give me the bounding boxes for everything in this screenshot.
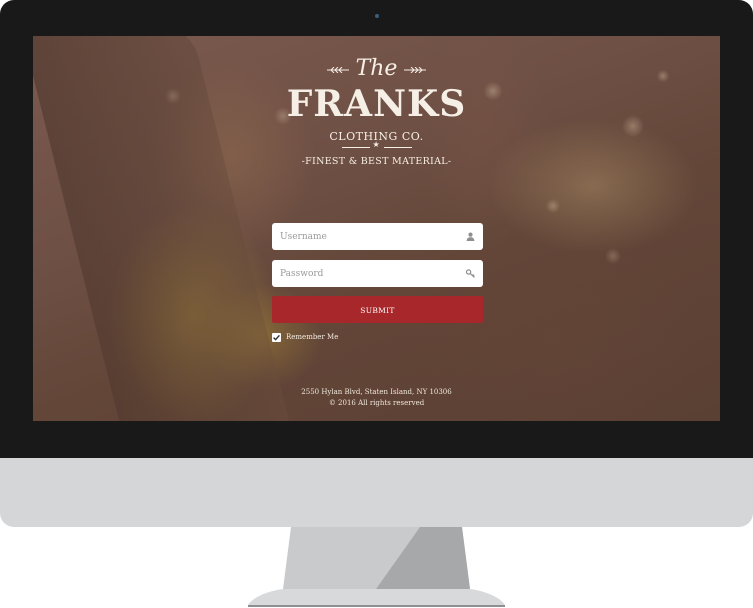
logo-the: The bbox=[355, 56, 398, 81]
wheat-left-icon bbox=[327, 67, 349, 73]
login-page: The FRANKS CLOTHING CO. ★ -FINEST & BEST… bbox=[33, 36, 720, 421]
password-field[interactable] bbox=[272, 260, 483, 287]
brand-logo: The FRANKS CLOTHING CO. ★ -FINEST & BEST… bbox=[33, 56, 720, 168]
camera-dot bbox=[375, 14, 379, 18]
screen: The FRANKS CLOTHING CO. ★ -FINEST & BEST… bbox=[33, 36, 720, 421]
footer-address: 2550 Hylan Blvd, Staten Island, NY 10306 bbox=[301, 388, 452, 396]
star-icon: ★ bbox=[372, 140, 380, 149]
remember-label: Remember Me bbox=[286, 333, 339, 341]
username-input[interactable] bbox=[272, 223, 483, 250]
monitor-stand bbox=[0, 527, 753, 608]
wheat-right-icon bbox=[404, 67, 426, 73]
user-icon bbox=[466, 232, 475, 241]
monitor-chin bbox=[0, 458, 753, 527]
key-icon bbox=[466, 269, 475, 278]
logo-name: FRANKS bbox=[286, 83, 467, 125]
submit-button[interactable]: SUBMIT bbox=[272, 296, 483, 323]
footer: 2550 Hylan Blvd, Staten Island, NY 10306… bbox=[33, 387, 720, 409]
footer-copyright: © 2016 All rights reserved bbox=[328, 399, 425, 407]
password-input[interactable] bbox=[272, 260, 483, 287]
logo-tagline: -FINEST & BEST MATERIAL- bbox=[301, 156, 452, 167]
username-field[interactable] bbox=[272, 223, 483, 250]
checkmark-icon bbox=[273, 334, 280, 341]
remember-me[interactable]: Remember Me bbox=[272, 332, 338, 342]
remember-checkbox[interactable] bbox=[272, 332, 281, 342]
logo-divider: ★ bbox=[341, 140, 412, 152]
logo-the-row: The bbox=[33, 56, 720, 82]
